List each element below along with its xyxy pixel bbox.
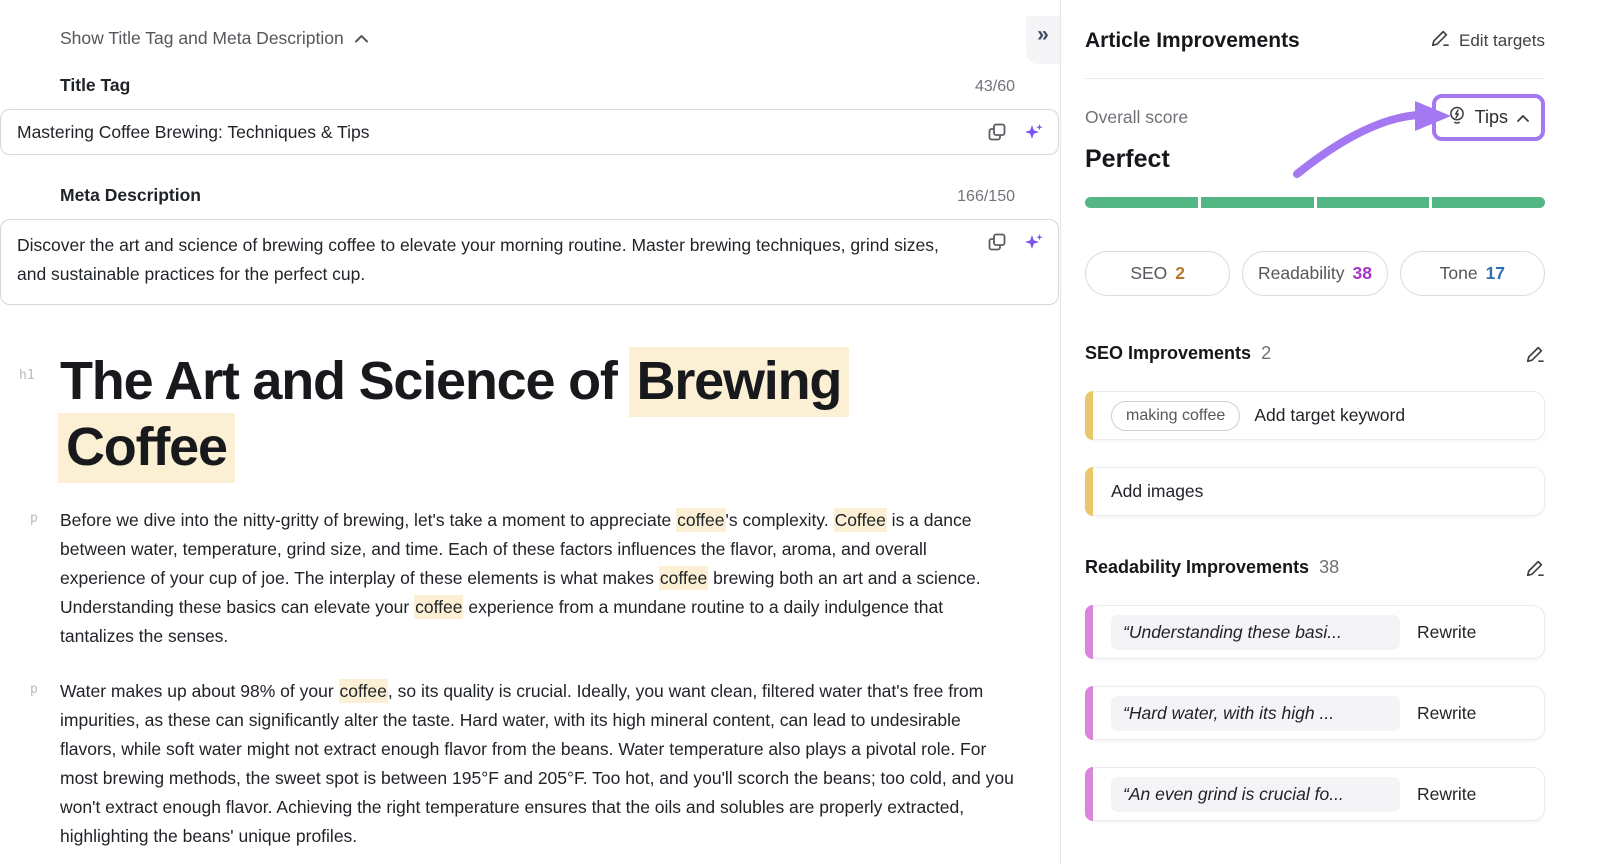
metric-pill-readability[interactable]: Readability 38 bbox=[1242, 251, 1387, 296]
metric-pill-tone[interactable]: Tone 17 bbox=[1400, 251, 1545, 296]
overall-score-value: Perfect bbox=[1085, 145, 1545, 174]
seo-card-add-target-keyword[interactable]: making coffee Add target keyword bbox=[1085, 391, 1545, 440]
meta-description-label: Meta Description bbox=[60, 185, 201, 206]
toggle-title-meta-label: Show Title Tag and Meta Description bbox=[60, 28, 344, 49]
article-paragraph-block: p Water makes up about 98% of your coffe… bbox=[0, 677, 1059, 851]
overall-score-label: Overall score bbox=[1085, 107, 1188, 128]
chevron-up-icon bbox=[354, 28, 369, 49]
edit-targets-label: Edit targets bbox=[1459, 31, 1545, 51]
p-gutter-marker: p bbox=[30, 682, 38, 697]
score-bar-segment bbox=[1085, 197, 1198, 208]
article-improvements-panel: Article Improvements Edit targets Overal… bbox=[1061, 0, 1600, 865]
title-tag-input[interactable] bbox=[0, 109, 1059, 155]
article-paragraph-block: p Before we dive into the nitty-gritty o… bbox=[0, 506, 1059, 651]
metric-label: Readability bbox=[1258, 263, 1345, 284]
toggle-title-meta-section[interactable]: Show Title Tag and Meta Description bbox=[60, 28, 369, 49]
score-progress-bar bbox=[1085, 197, 1545, 208]
seo-improvements-count: 2 bbox=[1261, 343, 1271, 364]
readability-card[interactable]: “Understanding these basi... Rewrite bbox=[1085, 605, 1545, 659]
p-gutter-marker: p bbox=[30, 511, 38, 526]
panel-title: Article Improvements bbox=[1085, 29, 1300, 53]
score-bar-segment bbox=[1432, 197, 1545, 208]
ai-sparkles-icon[interactable] bbox=[1023, 231, 1045, 253]
metric-pill-seo[interactable]: SEO 2 bbox=[1085, 251, 1230, 296]
double-chevron-right-icon: » bbox=[1037, 16, 1049, 54]
metric-label: SEO bbox=[1130, 263, 1167, 284]
ai-sparkles-icon[interactable] bbox=[1023, 121, 1045, 143]
tips-button[interactable]: Tips bbox=[1436, 98, 1541, 137]
score-bar-segment bbox=[1317, 197, 1430, 208]
readability-improvements-title: Readability Improvements bbox=[1085, 557, 1309, 578]
article-paragraph[interactable]: Before we dive into the nitty-gritty of … bbox=[60, 506, 1015, 651]
readability-card[interactable]: “Hard water, with its high ... Rewrite bbox=[1085, 686, 1545, 740]
article-title[interactable]: The Art and Science of Brewing Coffee bbox=[60, 348, 1015, 480]
sentence-snippet[interactable]: “An even grind is crucial fo... bbox=[1111, 777, 1400, 812]
article-paragraph[interactable]: Water makes up about 98% of your coffee,… bbox=[60, 677, 1015, 851]
rewrite-button[interactable]: Rewrite bbox=[1417, 784, 1476, 805]
pencil-icon bbox=[1430, 28, 1450, 53]
keyword-pill[interactable]: making coffee bbox=[1111, 401, 1240, 431]
tips-label: Tips bbox=[1475, 107, 1508, 128]
collapse-panel-button[interactable]: » bbox=[1026, 16, 1060, 64]
rewrite-button[interactable]: Rewrite bbox=[1417, 622, 1476, 643]
seo-card-add-images[interactable]: Add images bbox=[1085, 467, 1545, 516]
seo-improvements-title: SEO Improvements bbox=[1085, 343, 1251, 364]
title-tag-char-counter: 43/60 bbox=[975, 78, 1015, 96]
app-frame: Show Title Tag and Meta Description Titl… bbox=[0, 0, 1600, 865]
readability-improvements-count: 38 bbox=[1319, 557, 1339, 578]
pencil-icon[interactable] bbox=[1525, 558, 1545, 578]
edit-targets-button[interactable]: Edit targets bbox=[1430, 28, 1545, 53]
copy-icon[interactable] bbox=[986, 231, 1008, 253]
sentence-snippet[interactable]: “Hard water, with its high ... bbox=[1111, 696, 1400, 731]
metric-value: 2 bbox=[1175, 263, 1185, 284]
seo-card-label: Add images bbox=[1111, 481, 1203, 502]
seo-card-label: Add target keyword bbox=[1254, 405, 1405, 426]
metric-label: Tone bbox=[1440, 263, 1478, 284]
title-tag-label: Title Tag bbox=[60, 75, 130, 96]
tips-annotation-box: Tips bbox=[1432, 94, 1545, 141]
chevron-up-icon bbox=[1516, 107, 1530, 128]
score-bar-segment bbox=[1201, 197, 1314, 208]
metric-value: 38 bbox=[1353, 263, 1372, 284]
readability-card[interactable]: “An even grind is crucial fo... Rewrite bbox=[1085, 767, 1545, 821]
pencil-icon[interactable] bbox=[1525, 344, 1545, 364]
meta-description-input[interactable]: Discover the art and science of brewing … bbox=[0, 219, 1059, 305]
metric-value: 17 bbox=[1486, 263, 1505, 284]
h1-gutter-marker: h1 bbox=[19, 368, 35, 383]
rewrite-button[interactable]: Rewrite bbox=[1417, 703, 1476, 724]
article-editor: Show Title Tag and Meta Description Titl… bbox=[0, 0, 1059, 865]
sentence-snippet[interactable]: “Understanding these basi... bbox=[1111, 615, 1400, 650]
lightbulb-icon bbox=[1447, 105, 1467, 130]
article-heading-block: h1 The Art and Science of Brewing Coffee bbox=[0, 348, 1059, 480]
header-divider bbox=[1085, 78, 1545, 79]
meta-description-char-counter: 166/150 bbox=[957, 188, 1015, 206]
copy-icon[interactable] bbox=[986, 121, 1008, 143]
